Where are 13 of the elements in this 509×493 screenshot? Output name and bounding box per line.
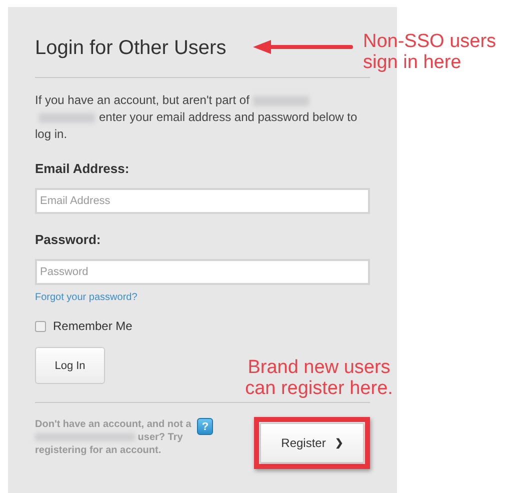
remember-label: Remember Me — [53, 319, 132, 333]
annotation-text: Non-SSO users sign in here — [363, 31, 498, 73]
register-button[interactable]: Register ❯ — [260, 423, 364, 463]
intro-text: If you have an account, but aren't part of enter your email address and password below to log in. — [35, 92, 358, 143]
field-label: Email Address: — [35, 161, 130, 176]
login-button[interactable]: Log In — [35, 347, 105, 384]
email-field[interactable]: Email Address — [35, 188, 370, 214]
register-note: Don't have an account, and not a user? Try registering for an account. — [35, 418, 192, 457]
field-label: Password: — [35, 232, 102, 247]
annotation-text: Brand new users can register here. — [244, 357, 394, 399]
password-field[interactable]: Password — [35, 259, 370, 285]
remember-checkbox[interactable] — [35, 320, 46, 332]
panel-title: Login for Other Users — [35, 36, 226, 61]
